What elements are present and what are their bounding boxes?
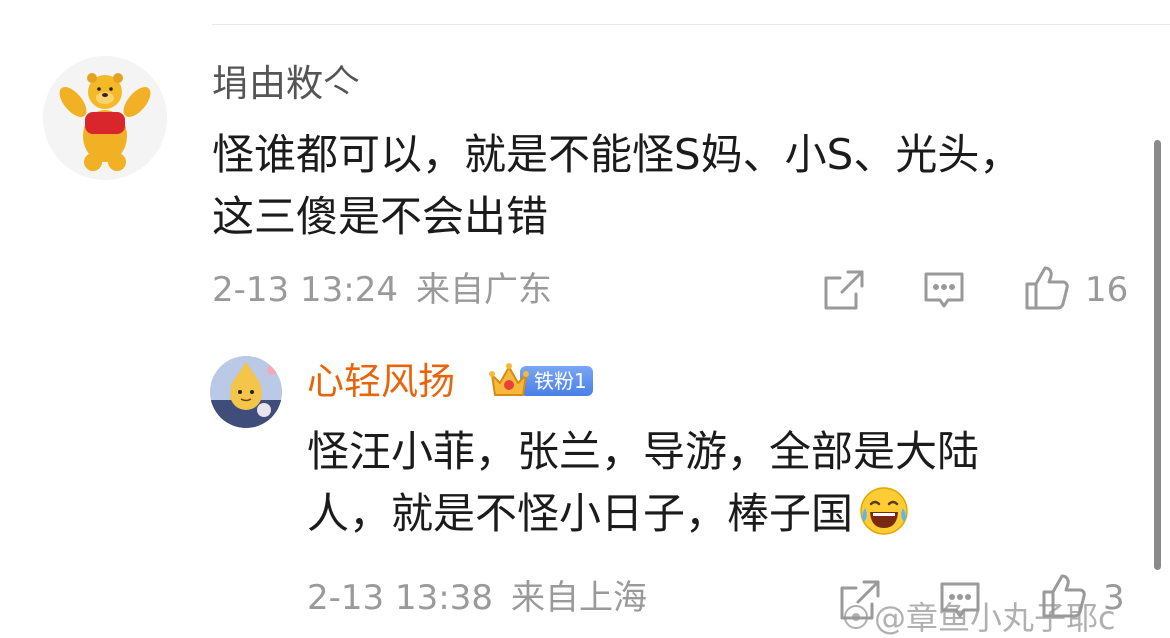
share-icon[interactable] xyxy=(822,268,866,312)
comment-time: 2-13 13:38 xyxy=(307,578,493,618)
like-count: 16 xyxy=(1085,270,1129,310)
comment-location: 来自广东 xyxy=(415,270,552,310)
comment-text: 怪汪小菲，张兰，导游，全部是大陆 人，就是不怪小日子，棒子国 xyxy=(307,421,979,545)
comment-time: 2-13 13:24 xyxy=(212,270,398,310)
cartoon-character-icon xyxy=(210,356,282,428)
laughing-crying-emoji-icon xyxy=(859,486,909,536)
crown-icon xyxy=(488,361,530,401)
comment-text-line: 怪汪小菲，张兰，导游，全部是大陆 xyxy=(307,427,980,476)
fan-badge[interactable]: 铁粉1 xyxy=(488,362,593,400)
user-avatar[interactable] xyxy=(43,56,167,180)
comment-username[interactable]: 心轻风扬 xyxy=(307,360,455,404)
comment-text-line: 这三傻是不会出错 xyxy=(212,192,549,241)
watermark-logo-icon xyxy=(842,602,870,630)
winnie-the-pooh-icon xyxy=(43,56,167,180)
comment-text-line: 怪谁都可以，就是不能怪S妈、小S、光头， xyxy=(212,130,1022,179)
comment-meta: 2-13 13:38 来自上海 xyxy=(307,578,647,618)
top-divider xyxy=(212,24,1170,25)
scrollbar[interactable] xyxy=(1154,140,1161,570)
watermark-text: @章鱼小丸子耶c xyxy=(874,599,1116,637)
user-avatar[interactable] xyxy=(210,356,282,428)
comment-location: 来自上海 xyxy=(510,578,647,618)
comment-text: 怪谁都可以，就是不能怪S妈、小S、光头， 这三傻是不会出错 xyxy=(212,124,1021,248)
comment-text-line: 人，就是不怪小日子，棒子国 xyxy=(307,489,854,538)
thumbs-up-icon[interactable] xyxy=(1023,264,1071,312)
watermark: @章鱼小丸子耶c xyxy=(842,600,1116,636)
comment-icon[interactable] xyxy=(922,268,966,312)
comment-username[interactable]: 埍由敉亽 xyxy=(212,62,360,106)
fan-badge-label: 铁粉1 xyxy=(520,366,593,396)
comment-meta: 2-13 13:24 来自广东 xyxy=(212,270,552,310)
